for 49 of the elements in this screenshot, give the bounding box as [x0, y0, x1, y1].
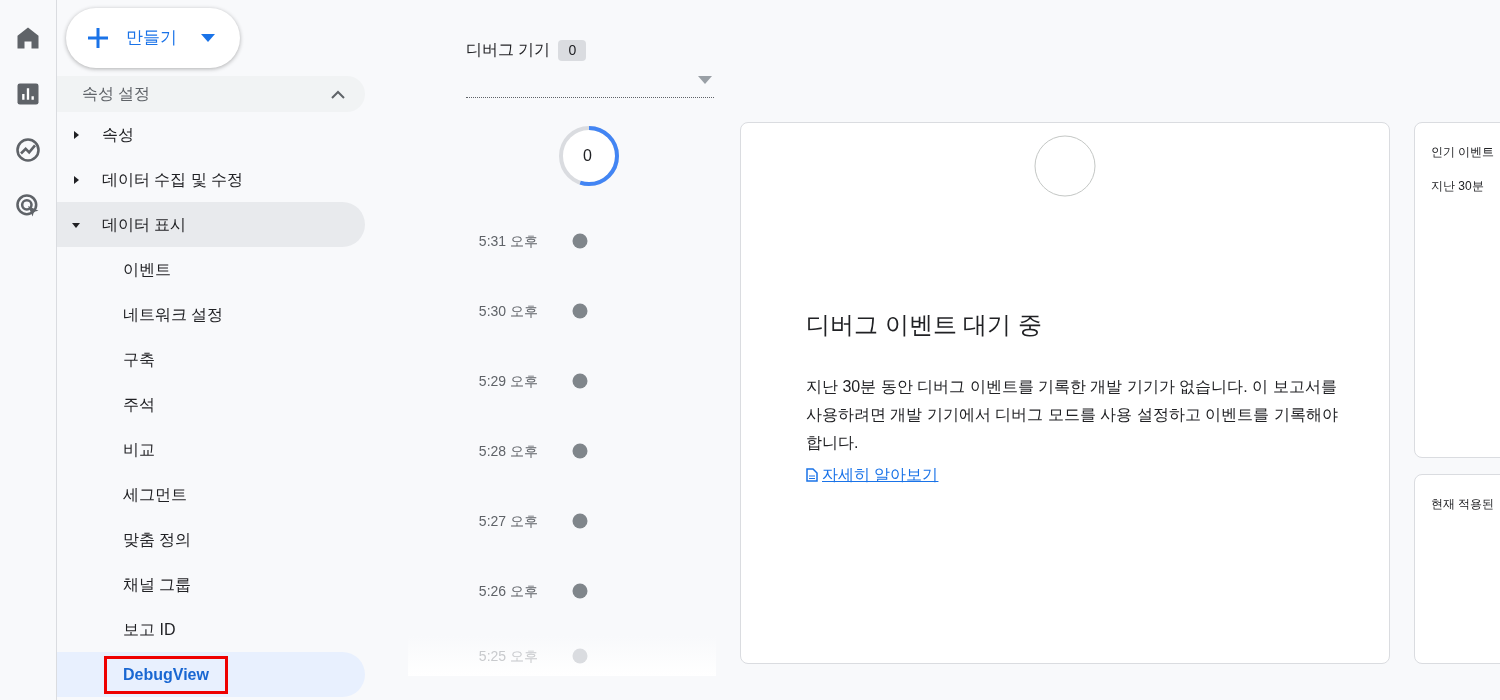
caret-down-icon	[72, 220, 80, 229]
card-subtitle: 지난 30분	[1431, 178, 1485, 195]
sidebar-item[interactable]: 맞춤 정의	[57, 517, 365, 562]
sidebar-item[interactable]: 비교	[57, 427, 365, 472]
time-label: 5:26 오후	[477, 581, 538, 601]
device-selector[interactable]: 디버그 기기 0	[466, 0, 714, 98]
timeline-dot	[572, 583, 588, 599]
time-label: 5:31 오후	[477, 231, 538, 251]
sidebar-item[interactable]: 세그먼트	[57, 472, 365, 517]
time-label: 5:27 오후	[477, 511, 538, 531]
sidebar-item[interactable]: 네트워크 설정	[57, 292, 365, 337]
sidebar-item[interactable]: 데이터 표시	[57, 202, 365, 247]
sidebar-item[interactable]: 보고 ID	[57, 607, 365, 652]
plus-icon	[86, 26, 110, 50]
sidebar-item[interactable]: 속성	[57, 112, 365, 157]
count-badge: 0	[558, 39, 587, 61]
chevron-up-icon	[331, 89, 345, 99]
timeline-dot	[572, 303, 588, 319]
caret-right-icon	[72, 175, 80, 184]
time-label: 5:30 오후	[477, 301, 538, 321]
sidebar-item[interactable]: 채널 그룹	[57, 562, 365, 607]
sidebar-item[interactable]: 구축	[57, 337, 365, 382]
timeline-dot	[572, 373, 588, 389]
card-title: 현재 적용된	[1431, 496, 1496, 513]
sidebar-item[interactable]: DebugView	[57, 652, 365, 697]
card-title: 디버그 이벤트 대기 중	[806, 310, 1043, 340]
timeline-dot	[572, 513, 588, 529]
card-title: 인기 이벤트	[1431, 144, 1496, 161]
time-label: 5:28 오후	[477, 441, 538, 461]
trend-chart-icon[interactable]	[14, 136, 42, 164]
sidebar-item[interactable]: 주석	[57, 382, 365, 427]
counter-ring	[559, 126, 619, 186]
caret-icon	[201, 34, 215, 42]
message-text: 지난 30분 동안 디버그 이벤트를 기록한 개발 기기가 없습니다. 이 보고서를 사용하려면 개발 기기에서 디버그 모드를 사용 설정하고 이벤트를 기록해야 합니다.	[806, 377, 1339, 453]
sidebar-item[interactable]: 이벤트	[57, 247, 365, 292]
sidebar-item[interactable]: 데이터 수집 및 수정	[57, 157, 365, 202]
time-label: 5:29 오후	[477, 371, 538, 391]
learn-more-link[interactable]: 자세히 알아보기	[806, 463, 939, 487]
empty-circle-icon	[1034, 135, 1096, 197]
caret-right-icon	[72, 130, 80, 139]
timeline-dot	[572, 443, 588, 459]
create-button[interactable]: 만들기	[66, 8, 240, 68]
document-icon	[806, 468, 818, 482]
highlight-frame: DebugView	[107, 658, 225, 691]
section-header[interactable]: 속성 설정	[57, 76, 365, 112]
timeline-dot	[572, 233, 588, 249]
caret-down-icon	[698, 76, 712, 84]
timeline-dot	[572, 648, 588, 664]
counter-value: 0	[583, 146, 592, 166]
